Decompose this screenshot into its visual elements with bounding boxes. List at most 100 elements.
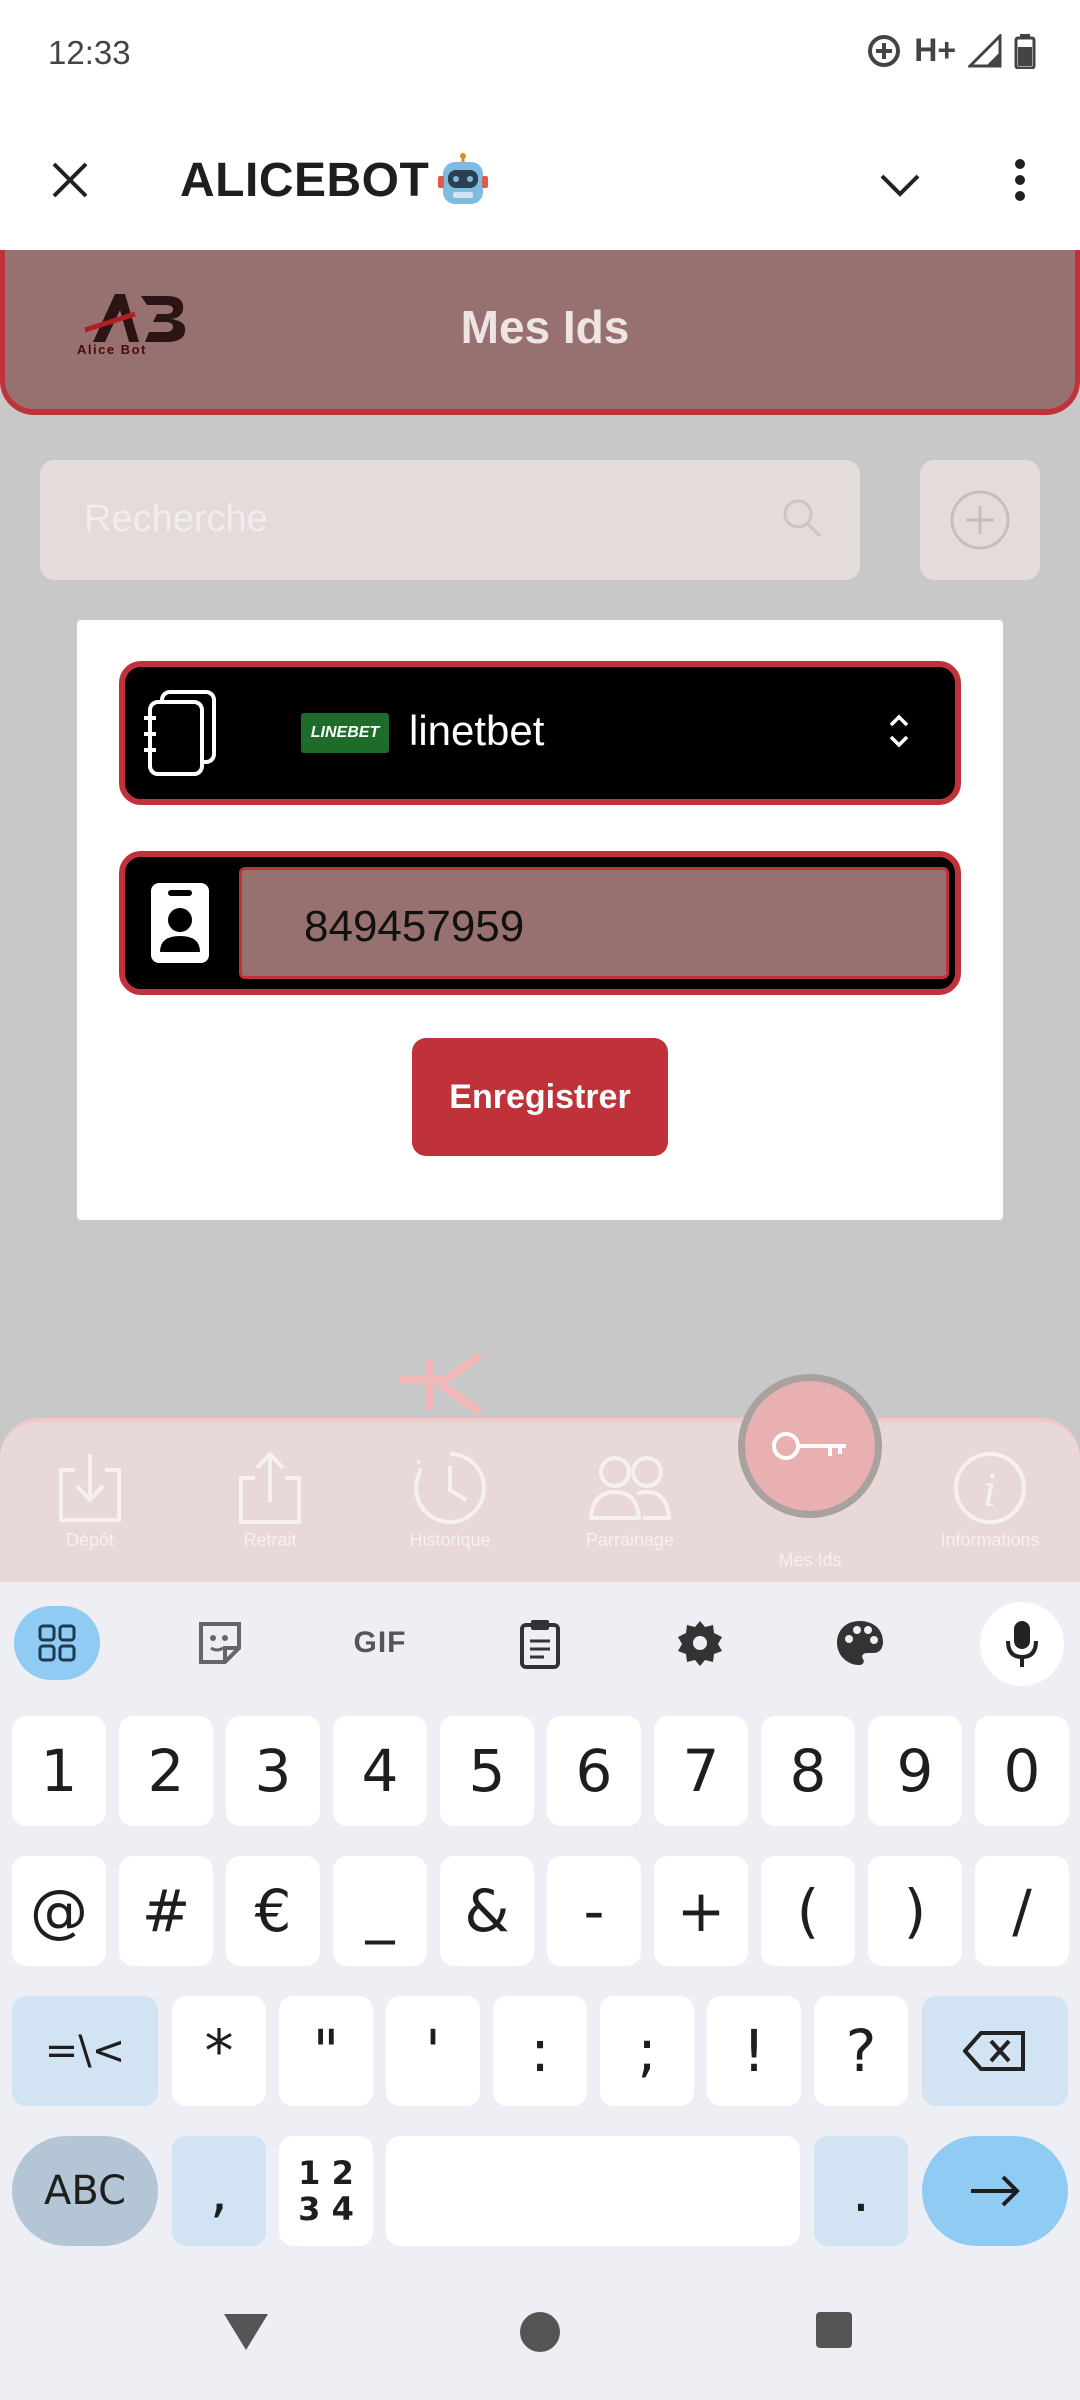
keyboard-toolbar: GIF [0, 1582, 1080, 1692]
id-field: 849457959 [119, 851, 961, 995]
robot-icon [438, 153, 489, 204]
recents-nav-icon[interactable] [814, 2310, 854, 2350]
settings-button[interactable] [658, 1606, 742, 1680]
numpad-top: 1 2 [298, 2154, 354, 2192]
key-at[interactable]: @ [12, 1856, 106, 1966]
key-more-symbols[interactable]: =\< [12, 1996, 158, 2106]
nav-item-depot[interactable]: Dépôt [0, 1450, 180, 1551]
faint-logo-mark [400, 1352, 483, 1416]
nav-item-parrainage[interactable]: Parrainage [540, 1450, 720, 1551]
numpad-bottom: 3 4 [298, 2190, 354, 2228]
sticker-icon [199, 1622, 241, 1664]
key-underscore[interactable]: _ [333, 1856, 427, 1966]
theme-button[interactable] [818, 1606, 902, 1680]
gif-button[interactable]: GIF [338, 1606, 422, 1680]
key-minus[interactable]: - [547, 1856, 641, 1966]
signal-icon [968, 33, 1002, 67]
key-paren-open[interactable]: ( [761, 1856, 855, 1966]
save-button[interactable]: Enregistrer [412, 1038, 668, 1156]
key-plus[interactable]: + [654, 1856, 748, 1966]
sticker-button[interactable] [178, 1606, 262, 1680]
upload-icon [239, 1451, 301, 1524]
home-nav-icon[interactable] [518, 2310, 562, 2354]
backspace-key[interactable] [922, 1996, 1068, 2106]
key-hash[interactable]: # [119, 1856, 213, 1966]
battery-icon [1014, 33, 1036, 69]
key-single-quote[interactable]: ' [386, 1996, 480, 2106]
backspace-icon [963, 2031, 1025, 2071]
key-2[interactable]: 2 [119, 1716, 213, 1826]
download-icon [59, 1454, 121, 1522]
space-key[interactable] [386, 2136, 800, 2246]
key-period[interactable]: . [814, 2136, 908, 2246]
arrow-right-icon [971, 2175, 1020, 2207]
key-semicolon[interactable]: ; [600, 1996, 694, 2106]
users-icon [588, 1456, 672, 1520]
add-circle-icon [950, 490, 1010, 550]
app-title: ALICEBOT [180, 152, 491, 208]
id-form-card: LINEBET linetbet 849457959 Enregistrer [77, 620, 1003, 1220]
key-7[interactable]: 7 [654, 1716, 748, 1826]
close-button[interactable] [40, 150, 100, 210]
close-icon [52, 162, 88, 198]
key-8[interactable]: 8 [761, 1716, 855, 1826]
key-numpad[interactable]: 1 2 3 4 [279, 2136, 373, 2246]
search-placeholder: Recherche [84, 498, 268, 540]
key-3[interactable]: 3 [226, 1716, 320, 1826]
data-saver-icon [868, 34, 901, 67]
keyboard-apps-button[interactable] [14, 1606, 100, 1680]
key-euro[interactable]: € [226, 1856, 320, 1966]
nav-item-retrait[interactable]: Retrait [180, 1450, 360, 1551]
search-input[interactable]: Recherche [40, 460, 860, 580]
network-type: H+ [914, 32, 956, 68]
page-header: Alice Bot Mes Ids [0, 250, 1080, 415]
key-abc[interactable]: ABC [12, 2136, 158, 2246]
key-asterisk[interactable]: * [172, 1996, 266, 2106]
more-vert-icon [1015, 159, 1025, 201]
key-1[interactable]: 1 [12, 1716, 106, 1826]
app-bar: ALICEBOT [0, 110, 1080, 250]
enter-key[interactable] [922, 2136, 1068, 2246]
apps-grid-icon [38, 1624, 76, 1662]
svg-text:i: i [983, 1466, 997, 1517]
status-time: 12:33 [48, 34, 131, 71]
key-paren-close[interactable]: ) [868, 1856, 962, 1966]
search-icon [783, 499, 822, 538]
bookmaker-select[interactable]: LINEBET linetbet [119, 661, 961, 805]
key-icon [772, 1432, 846, 1460]
clipboard-button[interactable] [498, 1606, 582, 1680]
id-badge-icon [139, 875, 221, 971]
back-nav-icon[interactable] [222, 2310, 270, 2354]
key-question[interactable]: ? [814, 1996, 908, 2106]
key-exclamation[interactable]: ! [707, 1996, 801, 2106]
mic-icon [1006, 1621, 1038, 1667]
page-title: Mes Ids [460, 301, 630, 353]
key-comma[interactable]: , [172, 2136, 266, 2246]
key-double-quote[interactable]: " [279, 1996, 373, 2106]
key-colon[interactable]: : [493, 1996, 587, 2106]
nav-item-historique[interactable]: Historique [360, 1450, 540, 1551]
expand-button[interactable] [870, 155, 930, 215]
key-0[interactable]: 0 [975, 1716, 1069, 1826]
unfold-icon [889, 714, 909, 748]
key-slash[interactable]: / [975, 1856, 1069, 1966]
key-4[interactable]: 4 [333, 1716, 427, 1826]
voice-input-button[interactable] [980, 1602, 1064, 1686]
key-6[interactable]: 6 [547, 1716, 641, 1826]
key-5[interactable]: 5 [440, 1716, 534, 1826]
add-id-button[interactable] [920, 460, 1040, 580]
nav-item-mes-ids[interactable] [738, 1374, 882, 1518]
nav-item-informations[interactable]: i Informations [900, 1450, 1080, 1551]
key-ampersand[interactable]: & [440, 1856, 534, 1966]
key-9[interactable]: 9 [868, 1716, 962, 1826]
id-input[interactable]: 849457959 [239, 867, 949, 979]
status-icons: H+ [866, 32, 1036, 69]
history-clock-icon [414, 1452, 486, 1524]
clipboard-icon [520, 1620, 560, 1669]
web-content: Alice Bot Mes Ids Recherche LINEBET line… [0, 250, 1080, 1582]
contacts-book-icon [139, 685, 221, 781]
more-options-button[interactable] [990, 150, 1050, 210]
chevron-down-icon [880, 174, 920, 197]
selected-bookmaker: linetbet [409, 707, 545, 754]
status-bar: 12:33 H+ [0, 0, 1080, 110]
